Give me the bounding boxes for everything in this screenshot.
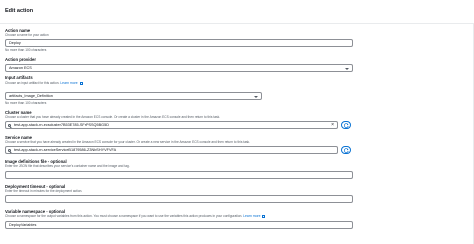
action-provider-value: Amazon ECS [9,66,32,70]
image-definitions-input[interactable] [5,171,353,179]
service-name-search[interactable]: test-app-stack-rn-serviceServiceB1879586… [5,146,338,154]
clear-icon[interactable]: × [331,122,334,128]
action-name-value: Deploy [9,41,21,45]
action-name-hint: No more than 100 characters [5,48,47,52]
dialog-title: Edit action [5,8,34,14]
external-link-icon [262,214,266,218]
cluster-name-description: Choose a cluster that you have already c… [5,115,221,119]
service-name-description: Choose a service that you have already c… [5,140,251,144]
variable-namespace-input[interactable]: DeployVariables [5,221,353,229]
search-icon [8,148,12,152]
action-name-input[interactable]: Deploy [5,39,353,47]
deployment-timeout-description: Enter the timeout in minutes for the dep… [5,189,83,193]
action-name-description: Choose a name for your action [5,33,49,37]
refresh-icon [344,148,349,154]
cluster-name-search[interactable]: test-app-stack-rn-ecscluster7B53E785-SFr… [5,121,338,129]
cluster-refresh-button[interactable] [341,121,351,129]
input-artifacts-hint: No more than 100 characters [5,101,47,105]
action-provider-select[interactable]: Amazon ECS [5,64,353,72]
input-artifacts-description-row: Choose an input artifact for this action… [5,81,83,85]
input-artifacts-value: artifacts_Image_Definition [9,94,53,98]
deployment-timeout-input[interactable] [5,195,353,203]
chevron-down-icon [345,67,349,70]
input-artifacts-learn-more-link[interactable]: Learn more [60,81,77,85]
variable-namespace-description: Choose a namespace for the output variab… [5,214,243,218]
cluster-name-value: test-app-stack-rn-ecscluster7B53E785-SFr… [14,123,109,127]
variable-namespace-learn-more-link[interactable]: Learn more [243,214,260,218]
action-provider-label: Action provider [5,57,36,62]
service-refresh-button[interactable] [341,146,351,154]
chevron-down-icon [254,95,258,98]
service-name-value: test-app-stack-rn-serviceServiceB1879586… [14,148,117,152]
variable-namespace-value: DeployVariables [9,223,37,227]
input-artifacts-select[interactable]: artifacts_Image_Definition [5,92,262,100]
input-artifacts-label: Input artifacts [5,75,33,80]
image-definitions-description: Enter the JSON file that describes your … [5,164,130,168]
dialog-header: Edit action [0,0,474,24]
external-link-icon [79,81,83,85]
search-icon [8,123,12,127]
refresh-icon [344,123,349,129]
variable-namespace-description-row: Choose a namespace for the output variab… [5,214,266,218]
input-artifacts-description: Choose an input artifact for this action… [5,81,60,85]
